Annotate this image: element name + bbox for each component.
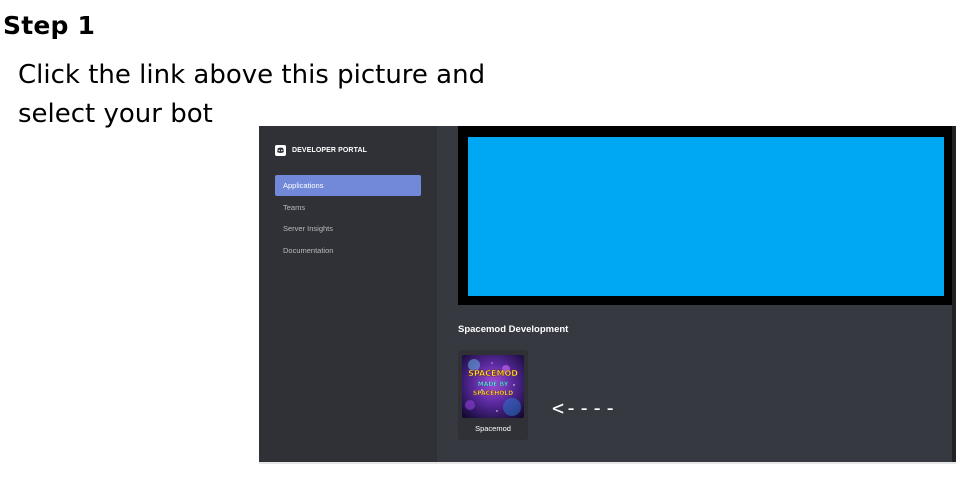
app-name: Spacemod — [475, 424, 511, 433]
main-content: Spacemod Development SPACEMOD MADE BY SP… — [437, 126, 956, 464]
banner-frame — [458, 126, 953, 305]
sidebar-item-documentation[interactable]: Documentation — [275, 240, 421, 261]
app-icon-text-line: SPACEHOLD — [473, 390, 513, 397]
app-icon-text-line: SPACEMOD — [468, 369, 518, 378]
portal-brand[interactable]: DEVELOPER PORTAL — [275, 145, 367, 156]
section-heading: Spacemod Development — [458, 324, 569, 335]
app-card-spacemod[interactable]: SPACEMOD MADE BY SPACEHOLD Spacemod — [458, 350, 528, 440]
spacemod-app-icon: SPACEMOD MADE BY SPACEHOLD — [462, 355, 524, 418]
step-title: Step 1 — [3, 11, 96, 40]
banner-panel — [468, 137, 944, 296]
discord-logo-icon — [275, 145, 286, 156]
sidebar-item-teams[interactable]: Teams — [275, 197, 421, 218]
portal-brand-label: DEVELOPER PORTAL — [292, 147, 367, 154]
sidebar-item-server-insights[interactable]: Server Insights — [275, 218, 421, 239]
app-icon-text-line: MADE BY — [478, 381, 509, 388]
scrollbar-track[interactable] — [952, 126, 956, 464]
sidebar: DEVELOPER PORTAL Applications Teams Serv… — [259, 126, 437, 464]
arrow-annotation: <---- — [552, 396, 618, 420]
instruction-text: Click the link above this picture and se… — [18, 60, 486, 129]
sidebar-item-applications[interactable]: Applications — [275, 175, 421, 196]
bottom-divider — [259, 462, 956, 464]
